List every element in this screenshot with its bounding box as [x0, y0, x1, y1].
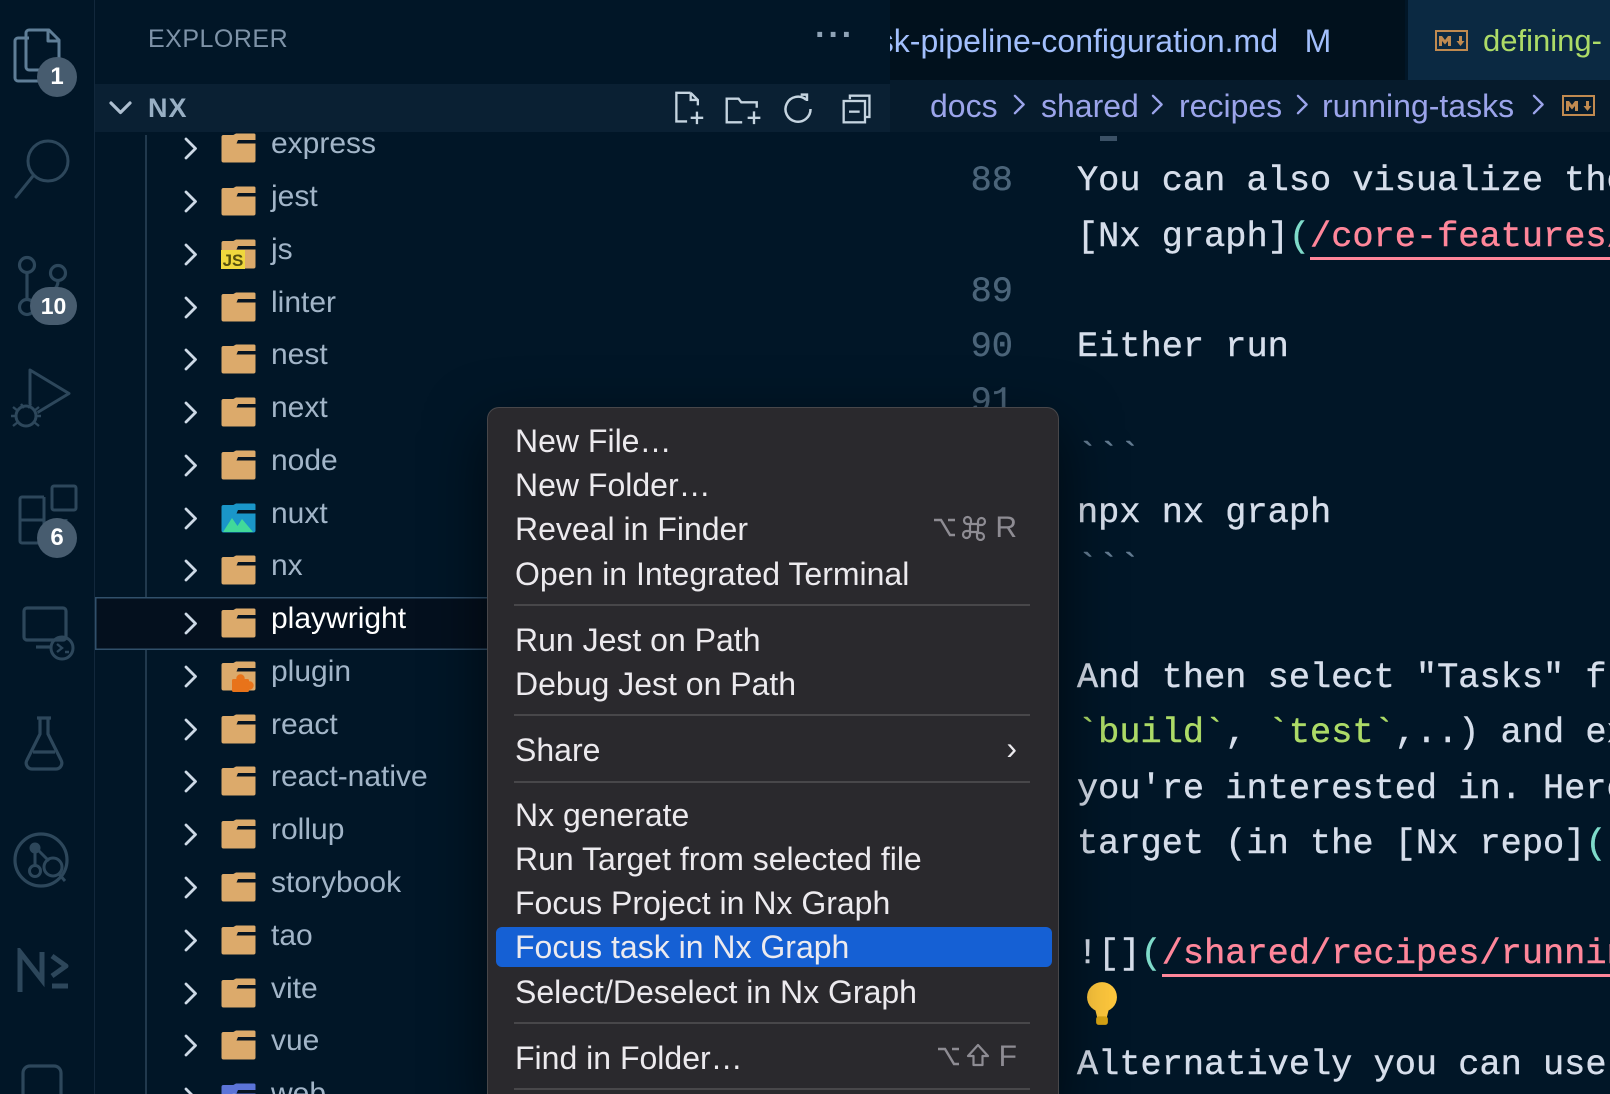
svg-text:JS: JS: [223, 251, 244, 270]
